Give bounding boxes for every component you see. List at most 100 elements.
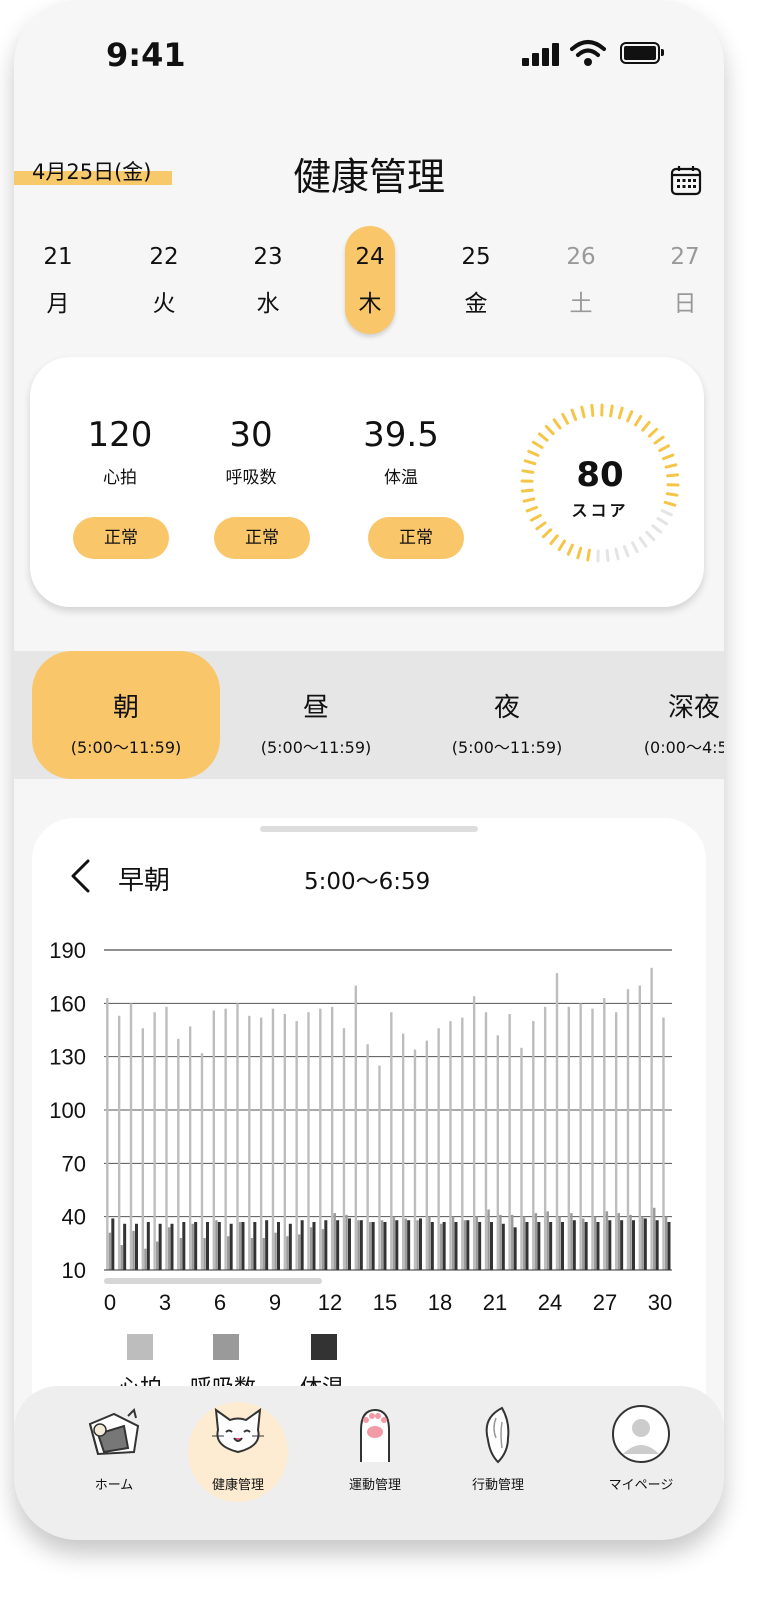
period-time: (0:00〜4:59)	[643, 738, 724, 757]
temperature-status-badge: 正常	[368, 517, 464, 559]
bar-heart-rate	[177, 1038, 180, 1270]
day-item[interactable]: 21 月	[33, 226, 83, 334]
bar-heart-rate	[283, 1014, 287, 1270]
bar-heart-rate	[508, 1014, 511, 1270]
period-time: (5:00〜11:59)	[260, 738, 372, 757]
day-item[interactable]: 27 日	[660, 226, 710, 334]
tab-label: 行動管理	[471, 1478, 524, 1493]
section-title: 早朝	[118, 866, 171, 896]
period-time: (5:00〜11:59)	[451, 738, 563, 757]
page-title: 健康管理	[292, 155, 445, 199]
bar-heart-rate	[259, 1017, 263, 1270]
bar-respiration	[534, 1213, 538, 1270]
bar-heart-rate	[579, 1003, 582, 1270]
bar-heart-rate	[295, 1021, 298, 1270]
bar-heart-rate	[461, 1017, 464, 1270]
bar-heart-rate	[248, 1015, 251, 1270]
day-item[interactable]: 22 火	[139, 226, 189, 334]
bar-respiration	[333, 1213, 336, 1270]
bar-respiration	[191, 1223, 194, 1270]
bar-respiration	[487, 1209, 490, 1270]
bar-respiration	[428, 1216, 431, 1270]
temperature-stat: 39.5 体温	[341, 415, 461, 488]
day-item[interactable]: 26 土	[556, 226, 606, 334]
gauge-tick	[552, 418, 562, 430]
bar-heart-rate	[141, 1028, 145, 1270]
x-tick-label: 3	[159, 1290, 171, 1315]
period-name: 昼	[302, 693, 329, 723]
gauge-tick	[566, 543, 574, 556]
bar-heart-rate	[638, 985, 642, 1270]
period-tab-night[interactable]: 夜 (5:00〜11:59)	[413, 651, 601, 779]
bar-respiration	[227, 1236, 230, 1270]
battery-icon	[620, 42, 664, 64]
bar-temperature	[418, 1218, 422, 1270]
bar-temperature	[395, 1220, 399, 1270]
bar-heart-rate	[496, 1035, 500, 1270]
tab-home[interactable]: ホーム	[54, 1386, 174, 1516]
bar-heart-rate	[330, 1006, 334, 1270]
bar-heart-rate	[449, 1021, 452, 1270]
day-item-selected[interactable]: 24 木	[345, 226, 395, 334]
gauge-tick	[609, 404, 614, 418]
tab-exercise[interactable]: 運動管理	[315, 1386, 435, 1516]
bar-respiration	[179, 1238, 183, 1270]
tab-health[interactable]: 健康管理	[178, 1386, 298, 1516]
bar-respiration	[120, 1245, 123, 1270]
gauge-tick	[570, 408, 578, 422]
chart-scrollbar[interactable]	[104, 1278, 322, 1284]
gauge-tick	[561, 412, 570, 425]
bar-temperature	[241, 1222, 245, 1270]
day-item[interactable]: 25 金	[451, 226, 501, 334]
bar-respiration	[570, 1213, 573, 1270]
bar-respiration	[475, 1216, 478, 1270]
bar-temperature	[537, 1222, 541, 1270]
bar-respiration	[546, 1211, 549, 1270]
bar-respiration	[463, 1220, 467, 1270]
bar-heart-rate	[106, 998, 109, 1270]
bar-temperature	[170, 1223, 174, 1270]
period-tab-daytime[interactable]: 昼 (5:00〜11:59)	[222, 651, 410, 779]
phone-screen: 9:41 4月25日(金) 健康管理 21 月 22 火 23 水 24 木 25 金 2…	[14, 0, 724, 1540]
drag-handle[interactable]	[260, 826, 478, 832]
y-tick-label: 40	[62, 1205, 86, 1230]
bar-respiration	[345, 1214, 348, 1270]
tab-mypage[interactable]: マイページ	[581, 1386, 701, 1516]
period-tab-morning[interactable]: 朝 (5:00〜11:59)	[32, 651, 220, 779]
bar-temperature	[217, 1222, 221, 1270]
bar-temperature	[525, 1222, 529, 1270]
bar-temperature	[631, 1220, 635, 1270]
x-tick-label: 15	[373, 1290, 397, 1315]
bar-respiration	[582, 1218, 585, 1270]
bar-respiration	[321, 1229, 325, 1270]
tail-icon	[485, 1406, 510, 1464]
bar-temperature	[123, 1223, 127, 1270]
bar-respiration	[156, 1241, 159, 1270]
bar-heart-rate	[188, 1026, 192, 1270]
calendar-icon[interactable]	[670, 164, 702, 196]
day-item[interactable]: 23 水	[243, 226, 293, 334]
home-cat-box-icon	[88, 1408, 140, 1456]
bar-respiration	[369, 1222, 372, 1270]
wifi-icon	[570, 40, 606, 66]
gauge-tick	[651, 524, 663, 534]
bottom-tab-bar: ホーム 健康管理 運動管理 行動管理 マイページ	[14, 1386, 724, 1540]
tab-behavior[interactable]: 行動管理	[438, 1386, 558, 1516]
period-tab-late-night[interactable]: 深夜 (0:00〜4:59)	[600, 651, 724, 779]
heart-rate-stat: 120 心拍	[60, 415, 180, 488]
bar-heart-rate	[366, 1044, 369, 1270]
heart-rate-status-badge: 正常	[73, 517, 169, 559]
bar-temperature	[620, 1220, 624, 1270]
gauge-tick	[535, 521, 547, 531]
gauge-tick	[537, 432, 549, 442]
status-bar: 9:41	[14, 0, 724, 100]
respiration-label: 呼吸数	[225, 468, 277, 488]
back-chevron-icon[interactable]	[68, 858, 92, 894]
bar-temperature	[182, 1222, 186, 1270]
bar-heart-rate	[662, 1017, 665, 1270]
gauge-tick	[647, 427, 659, 438]
bar-temperature	[300, 1220, 304, 1270]
bar-heart-rate	[401, 1033, 405, 1270]
profile-icon	[612, 1405, 670, 1463]
score-label: スコア	[571, 501, 629, 520]
